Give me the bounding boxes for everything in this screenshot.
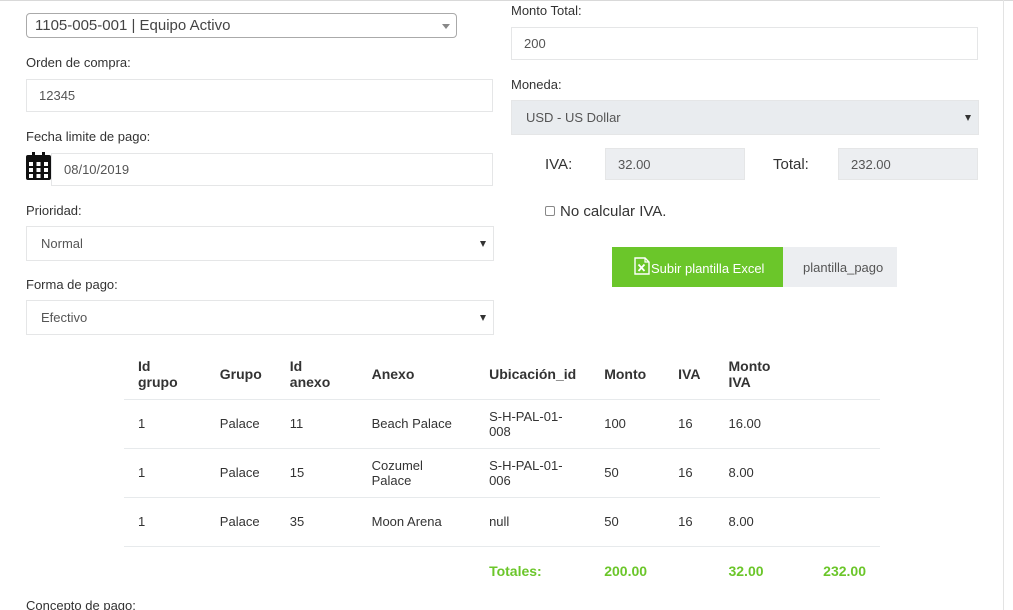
cell-grupo: Palace [205,398,276,448]
calendar-icon[interactable] [26,152,51,180]
cell-ubicacion: null [475,496,591,546]
table-row: 1 Palace 15 Cozumel Palace S-H-PAL-01-00… [124,447,880,497]
cell-ubicacion: S-H-PAL-01-006 [475,447,591,497]
forma-pago-select[interactable]: Efectivo [26,300,494,335]
cell-anexo: Moon Arena [357,496,476,546]
col-header-id-anexo: Id anexo [289,358,331,391]
cell-monto: 50 [590,447,665,497]
caret-down-icon [480,315,486,321]
caret-down-icon [480,241,486,247]
col-header-anexo: Anexo [371,366,415,383]
col-header-grupo: Grupo [219,366,262,383]
cell-monto: 50 [590,496,665,546]
cell-monto: 100 [590,398,665,448]
forma-pago-label: Forma de pago: [26,277,118,292]
cell-monto-iva: 8.00 [714,496,810,546]
cell-id-anexo: 11 [275,398,358,448]
top-divider [0,0,1013,1]
iva-label: IVA: [545,156,573,173]
orden-compra-input[interactable]: 12345 [26,79,493,112]
upload-excel-button[interactable]: Subir plantilla Excel [612,247,783,287]
col-header-monto: Monto [604,366,647,383]
cell-blank [809,447,880,497]
col-header-iva: IVA [678,366,701,383]
monto-total-input[interactable]: 200 [511,27,978,60]
orden-compra-label: Orden de compra: [26,55,131,70]
cell-blank [809,398,880,448]
payment-detail-table: Id grupo Grupo Id anexo Anexo Ubicación_… [124,350,880,595]
account-select[interactable]: 1105-005-001 | Equipo Activo [26,13,457,38]
total-label: Total: [773,156,809,173]
cell-id-anexo: 35 [275,496,358,546]
cell-id-grupo: 1 [124,447,206,497]
totals-total: 232.00 [809,545,880,595]
totals-iva: 32.00 [714,545,810,595]
cell-grupo: Palace [205,496,276,546]
col-header-ubicacion: Ubicación_id [489,366,577,383]
concepto-label: Concepto de pago: [26,598,136,610]
total-input: 232.00 [838,148,978,180]
prioridad-label: Prioridad: [26,203,82,218]
file-name-display[interactable]: plantilla_pago [783,247,897,287]
cell-anexo: Beach Palace [357,398,476,448]
caret-down-icon [965,115,971,121]
cell-id-anexo: 15 [275,447,358,497]
upload-excel-label: Subir plantilla Excel [651,261,765,276]
forma-pago-value: Efectivo [41,310,88,325]
table-row: 1 Palace 35 Moon Arena null 50 16 8.00 [124,496,880,546]
monto-total-label: Monto Total: [511,3,582,18]
cell-ubicacion: S-H-PAL-01-008 [475,398,591,448]
cell-monto-iva: 16.00 [714,398,810,448]
moneda-value: USD - US Dollar [526,110,621,125]
no-calcular-iva-checkbox[interactable] [545,206,555,216]
totals-row: Totales: 200.00 32.00 232.00 [124,545,880,595]
account-select-value: 1105-005-001 | Equipo Activo [35,17,231,34]
col-header-blank [809,350,880,399]
prioridad-select[interactable]: Normal [26,226,494,261]
no-calcular-iva-label: No calcular IVA. [560,203,667,220]
cell-id-grupo: 1 [124,398,206,448]
cell-iva: 16 [664,447,715,497]
chevron-down-icon [442,24,450,29]
fecha-limite-input[interactable]: 08/10/2019 [51,153,493,186]
col-header-id-grupo: Id grupo [138,358,178,391]
table-row: 1 Palace 11 Beach Palace S-H-PAL-01-008 … [124,398,880,448]
col-header-monto-iva: Monto IVA [728,358,771,391]
iva-input: 32.00 [605,148,745,180]
prioridad-value: Normal [41,236,83,251]
table-header-row: Id grupo Grupo Id anexo Anexo Ubicación_… [124,350,880,399]
cell-anexo: Cozumel Palace [357,447,476,497]
moneda-select[interactable]: USD - US Dollar [511,100,979,135]
cell-blank [809,496,880,546]
right-divider [1003,0,1004,610]
excel-file-icon [634,257,650,275]
fecha-limite-label: Fecha limite de pago: [26,129,151,144]
cell-monto-iva: 8.00 [714,447,810,497]
totals-monto: 200.00 [590,545,665,595]
cell-id-grupo: 1 [124,496,206,546]
moneda-label: Moneda: [511,77,562,92]
cell-iva: 16 [664,496,715,546]
cell-grupo: Palace [205,447,276,497]
cell-iva: 16 [664,398,715,448]
totals-label: Totales: [475,545,591,595]
